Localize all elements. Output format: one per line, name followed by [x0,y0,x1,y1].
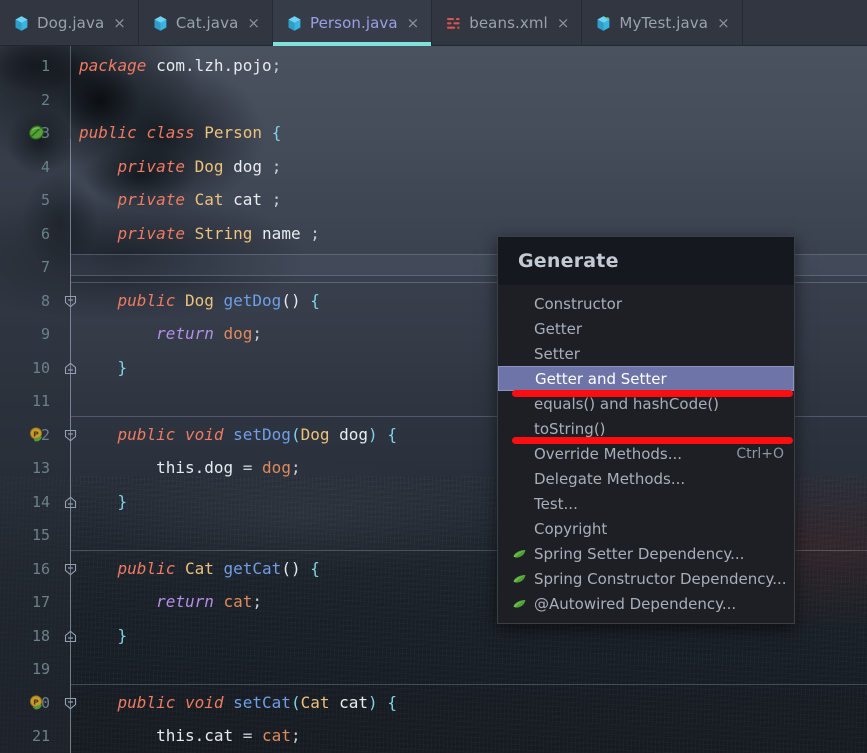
close-icon[interactable]: × [717,15,730,31]
code-line[interactable]: public class Person { [79,123,281,143]
code-line[interactable]: public Cat getCat() { [79,559,320,579]
generate-menu-item-label: equals() and hashCode() [534,394,720,413]
generate-menu-item-copyright[interactable]: Copyright [498,516,794,541]
editor-tab-cat-java[interactable]: Cat.java × [139,0,273,46]
code-line[interactable]: public void setDog(Dog dog) { [79,425,397,445]
close-icon[interactable]: × [407,15,420,31]
intellij-idea-window: Dog.java × Cat.java × Person.java × beans.x… [0,0,867,753]
generate-menu-item-getter-and-setter[interactable]: Getter and Setter [498,366,794,391]
code-line[interactable]: private String name ; [79,224,320,244]
editor-tab-label: Dog.java [37,14,105,32]
code-line[interactable]: public Dog getDog() { [79,291,320,311]
code-line[interactable]: } [79,492,128,512]
spring-leaf-icon [512,546,529,561]
generate-menu-item-label: Setter [534,344,580,363]
java-class-icon [286,15,303,32]
code-line[interactable]: } [79,626,128,646]
generate-menu-item-spring-setter-dependency[interactable]: Spring Setter Dependency... [498,541,794,566]
spring-leaf-icon [512,596,529,611]
editor-tab-label: Person.java [309,14,398,32]
java-test-class-icon [595,15,612,32]
generate-menu-item-constructor[interactable]: Constructor [498,291,794,316]
generate-popup-title: Generate [518,250,619,272]
generate-menu-item-label: Delegate Methods... [534,469,686,488]
java-class-icon [13,15,30,32]
red-underline-tostring [512,437,793,444]
generate-menu-item-label: @Autowired Dependency... [534,594,737,613]
generate-menu-item-label: Copyright [534,519,608,538]
editor-tab-label: MyTest.java [619,14,709,32]
close-icon[interactable]: × [247,15,260,31]
generate-menu-item-label: Getter and Setter [535,369,667,388]
code-line[interactable]: package com.lzh.pojo; [79,56,281,76]
code-line[interactable]: private Cat cat ; [79,190,282,210]
generate-menu-item-setter[interactable]: Setter [498,341,794,366]
generate-menu-item-label: Spring Constructor Dependency... [534,569,787,588]
generate-menu-item-label: Constructor [534,294,623,313]
red-underline-getter-and-setter [512,390,793,397]
editor-tab-person-java[interactable]: Person.java × [272,0,433,46]
generate-popup-header: Generate [498,237,794,285]
code-line[interactable]: } [79,358,128,378]
code-line[interactable]: private Dog dog ; [79,157,282,177]
editor-tab-dog-java[interactable]: Dog.java × [0,0,139,46]
editor-tab-label: Cat.java [175,14,239,32]
generate-menu-item-delegate-methods[interactable]: Delegate Methods... [498,466,794,491]
generate-menu-item-test[interactable]: Test... [498,491,794,516]
code-line[interactable]: this.cat = cat; [79,726,301,746]
code-line[interactable]: return cat; [79,592,262,612]
code-line[interactable]: this.dog = dog; [79,458,301,478]
java-class-icon [152,15,169,32]
generate-popup-menu-list[interactable]: Constructor Getter Setter Getter and Setter… [498,285,794,623]
generate-menu-item-override-methods[interactable]: Override Methods... Ctrl+O [498,441,794,466]
close-icon[interactable]: × [557,15,570,31]
generate-menu-item-label: Override Methods... [534,444,683,463]
code-line[interactable]: return dog; [79,324,262,344]
generate-popup[interactable]: Generate Constructor Getter Setter Getter a… [497,236,795,624]
editor-tab-mytest-java[interactable]: MyTest.java × [582,0,743,46]
generate-menu-item-autowired-dependency[interactable]: @Autowired Dependency... [498,591,794,616]
code-line[interactable]: public void setCat(Cat cat) { [79,693,397,713]
editor-tab-beans-xml[interactable]: beans.xml × [432,0,583,46]
editor-tab-label: beans.xml [469,14,548,32]
generate-menu-item-label: Test... [534,494,578,513]
generate-menu-item-spring-constructor-dependency[interactable]: Spring Constructor Dependency... [498,566,794,591]
close-icon[interactable]: × [113,15,126,31]
xml-file-icon [445,15,462,32]
generate-menu-item-label: toString() [534,419,606,438]
spring-leaf-icon [512,571,529,586]
generate-menu-item-label: Getter [534,319,583,338]
generate-menu-item-getter[interactable]: Getter [498,316,794,341]
generate-menu-item-shortcut: Ctrl+O [736,445,784,462]
editor-tab-bar: Dog.java × Cat.java × Person.java × beans.x… [0,0,867,46]
generate-menu-item-label: Spring Setter Dependency... [534,544,745,563]
